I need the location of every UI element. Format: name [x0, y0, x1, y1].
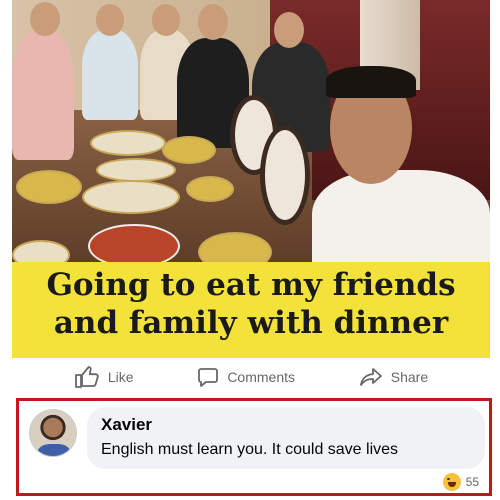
post-caption: Going to eat my friends and family with … [46, 267, 456, 341]
photo-person [12, 30, 74, 160]
avatar[interactable] [29, 409, 77, 457]
photo-plate [186, 176, 234, 202]
photo-person-head [274, 12, 304, 48]
photo-person-head [96, 4, 124, 36]
photo-selfie-person-shirt [312, 170, 490, 270]
comment-text: English must learn you. It could save li… [101, 441, 399, 458]
photo-selfie-person-hair [326, 66, 416, 98]
like-label: Like [107, 369, 134, 385]
photo-plate [16, 170, 82, 204]
comment-author[interactable]: Xavier [101, 415, 471, 435]
post-photo[interactable] [12, 0, 490, 270]
comment-bubble-icon [197, 366, 219, 388]
photo-plate [82, 180, 180, 214]
comments-label: Comments [227, 369, 295, 385]
share-button[interactable]: Share [359, 367, 428, 387]
comments-button[interactable]: Comments [197, 366, 295, 388]
reaction-summary[interactable]: 55 [442, 473, 479, 491]
thumbs-up-icon [74, 365, 100, 389]
photo-person-head [198, 4, 228, 40]
share-label: Share [390, 369, 429, 385]
comment-bubble: Xavier English must learn you. It could … [87, 407, 485, 469]
laughing-emoji-icon [442, 473, 461, 491]
post-action-bar: Like Comments Share [12, 358, 490, 396]
highlighted-comment: Xavier English must learn you. It could … [16, 398, 492, 496]
photo-person-head [152, 4, 180, 36]
reaction-count: 55 [465, 475, 479, 489]
share-arrow-icon [359, 367, 383, 387]
photo-person-head [30, 2, 60, 36]
like-button[interactable]: Like [74, 365, 134, 389]
avatar-shirt [38, 444, 70, 456]
photo-plate [162, 136, 216, 164]
photo-person [82, 30, 138, 120]
photo-plate [90, 130, 166, 156]
photo-plate [96, 158, 176, 182]
photo-drum [260, 125, 310, 225]
